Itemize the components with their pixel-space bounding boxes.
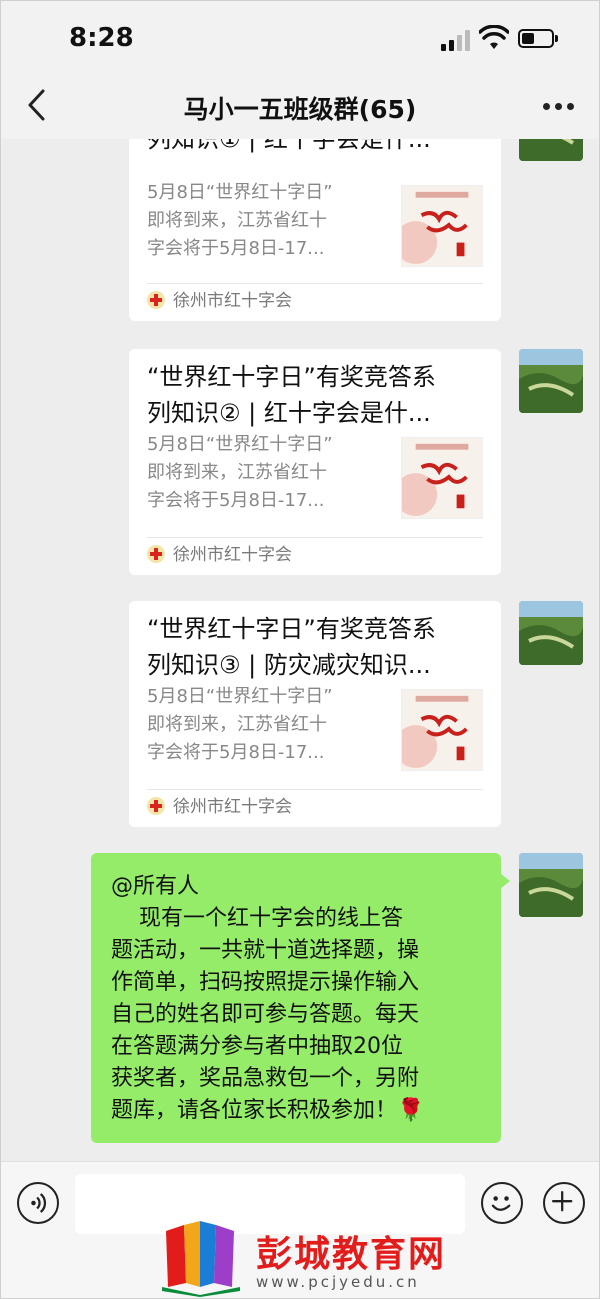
message-line: 作简单，扫码按照提示操作输入 xyxy=(111,970,420,995)
avatar[interactable] xyxy=(519,853,583,917)
red-cross-icon xyxy=(147,545,165,563)
message-line: 获奖者，奖品急救包一个，另附 xyxy=(111,1066,420,1091)
article-summary: 5月8日“世界红十字日” 即将到来，江苏省红十 字会将于5月8日-17... xyxy=(147,686,333,763)
message-line: 自己的姓名即可参与答题。每天 xyxy=(111,1002,420,1027)
battery-icon xyxy=(518,29,558,48)
card-divider xyxy=(147,789,483,790)
article-card[interactable]: “世界红十字日”有奖竞答系 列知识② | 红十字会是什... 5月8日“世界红十… xyxy=(129,349,501,575)
article-title: 列知识① | 红十字会是什... xyxy=(147,139,431,153)
article-thumbnail-image xyxy=(401,689,483,771)
red-cross-icon xyxy=(147,291,165,309)
more-options-icon[interactable] xyxy=(539,103,579,113)
cellular-signal-icon xyxy=(441,29,473,51)
text-message-bubble[interactable]: @所有人 现有一个红十字会的线上答 题活动，一共就十道选择题，操 作简单，扫码按… xyxy=(91,853,510,1143)
plus-icon[interactable] xyxy=(543,1182,585,1224)
article-thumbnail-image xyxy=(401,185,483,267)
wifi-icon xyxy=(479,25,509,49)
article-title: “世界红十字日”有奖竞答系 列知识③ | 防灾减灾知识... xyxy=(147,615,436,679)
article-source: 徐州市红十字会 xyxy=(147,795,292,819)
card-divider xyxy=(147,537,483,538)
message-line: 题库，请各位家长积极参加！🌹 xyxy=(111,1098,425,1123)
watermark: 彭城教育网 www.pcjyedu.cn xyxy=(156,1217,476,1297)
message-line: 现有一个红十字会的线上答 xyxy=(111,906,403,931)
article-card[interactable]: “世界红十字日”有奖竞答系 列知识③ | 防灾减灾知识... 5月8日“世界红十… xyxy=(129,601,501,827)
article-source: 徐州市红十字会 xyxy=(147,289,292,313)
message-line: @所有人 xyxy=(111,874,200,899)
message-line: 在答题满分参与者中抽取20位 xyxy=(111,1034,403,1059)
phone-screen: 8:28 马小一五班级群(65) 列知识① | 红十字会是什... 5月8日“世… xyxy=(0,0,600,1299)
article-card[interactable]: 列知识① | 红十字会是什... 5月8日“世界红十字日” 即将到来，江苏省红十… xyxy=(129,139,501,321)
article-summary: 5月8日“世界红十字日” 即将到来，江苏省红十 字会将于5月8日-17... xyxy=(147,434,333,511)
avatar[interactable] xyxy=(519,349,583,413)
voice-input-icon[interactable] xyxy=(17,1182,59,1224)
emoji-icon[interactable] xyxy=(481,1182,523,1224)
avatar[interactable] xyxy=(519,601,583,665)
article-title: “世界红十字日”有奖竞答系 列知识② | 红十字会是什... xyxy=(147,363,436,427)
card-divider xyxy=(147,283,483,284)
watermark-name: 彭城教育网 xyxy=(256,1234,447,1275)
watermark-url: www.pcjyedu.cn xyxy=(256,1273,420,1291)
book-logo-icon xyxy=(162,1221,240,1297)
status-bar: 8:28 xyxy=(1,1,599,73)
article-source: 徐州市红十字会 xyxy=(147,543,292,567)
article-summary: 5月8日“世界红十字日” 即将到来，江苏省红十 字会将于5月8日-17... xyxy=(147,182,333,259)
chat-header: 马小一五班级群(65) xyxy=(1,73,599,139)
status-time: 8:28 xyxy=(69,23,134,53)
chat-title: 马小一五班级群(65) xyxy=(183,95,417,124)
message-list[interactable]: 列知识① | 红十字会是什... 5月8日“世界红十字日” 即将到来，江苏省红十… xyxy=(1,139,599,1161)
article-thumbnail-image xyxy=(401,437,483,519)
red-cross-icon xyxy=(147,797,165,815)
message-line: 题活动，一共就十道选择题，操 xyxy=(111,938,420,963)
avatar[interactable] xyxy=(519,139,583,161)
